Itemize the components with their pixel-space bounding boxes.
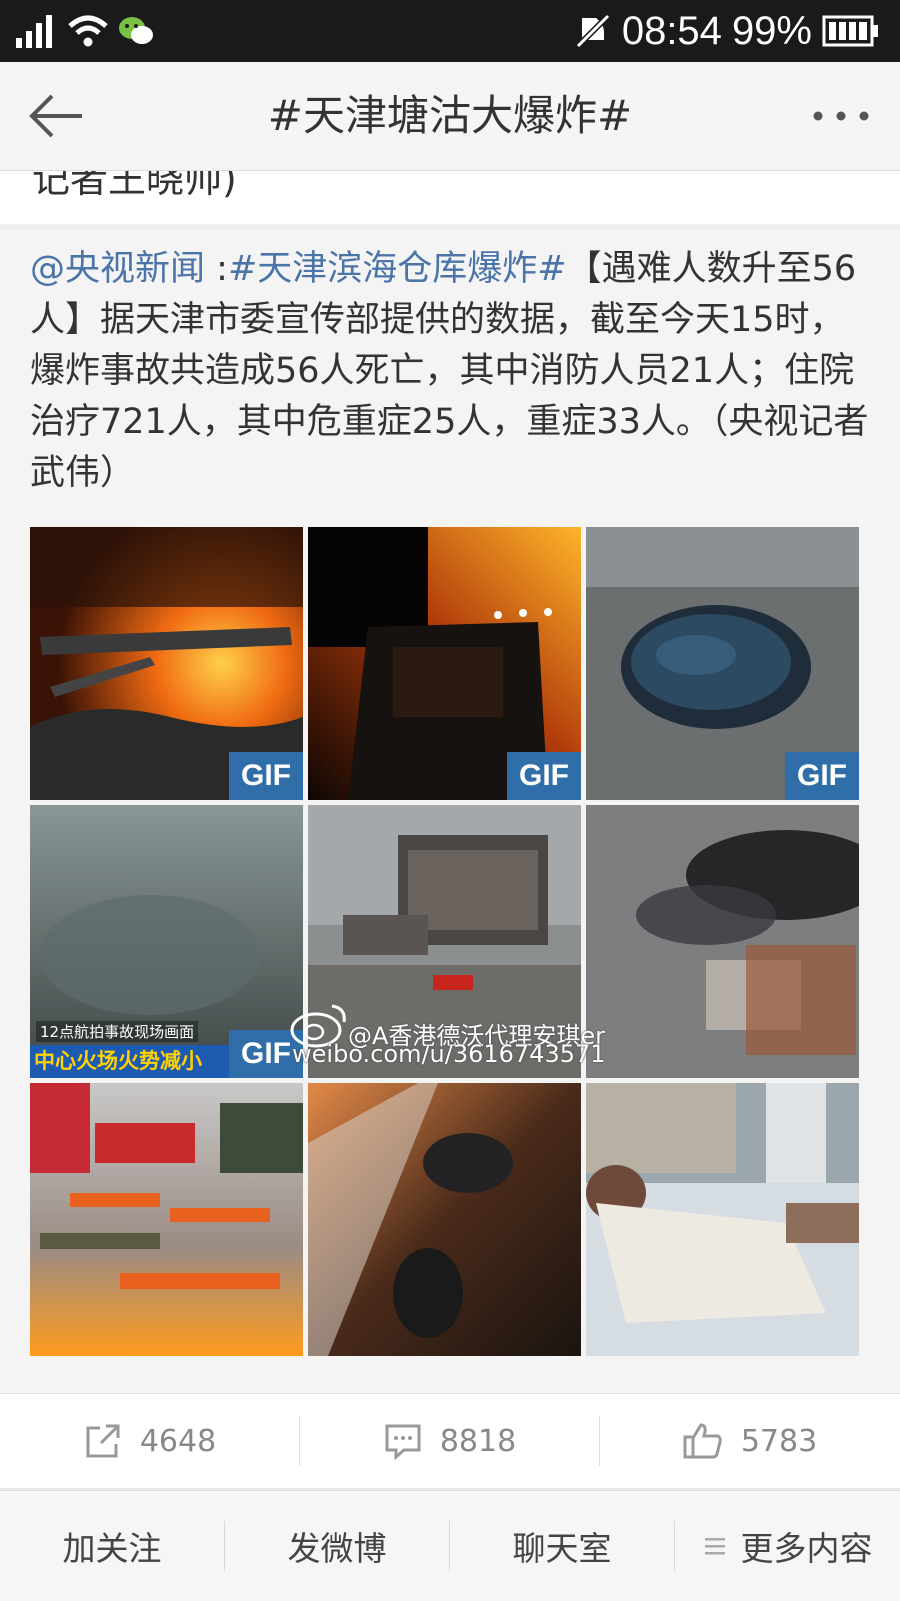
- thumbs-up-icon: [683, 1423, 722, 1459]
- previous-post-text: 记者王晓帅): [32, 170, 237, 201]
- post-text: @央视新闻 :#天津滨海仓库爆炸#【遇难人数升至56人】据天津市委宣传部提供的数…: [30, 244, 870, 499]
- clock: 08:54: [621, 8, 722, 53]
- bottom-menu: 加关注 发微博 聊天室 更多内容: [0, 1490, 900, 1601]
- gif-badge: GIF: [229, 752, 303, 800]
- gif-badge: GIF: [785, 752, 859, 800]
- hashtag-link[interactable]: #天津滨海仓库爆炸#: [228, 249, 567, 289]
- firefighters-night-image: [308, 1083, 581, 1356]
- gif-badge: GIF: [507, 752, 581, 800]
- more-dots-icon: [813, 111, 869, 121]
- repost-button[interactable]: 4648: [0, 1394, 300, 1488]
- video-caption-headline: 中心火场火势减小: [34, 1049, 202, 1073]
- image-grid: GIF GIF GIF 12点航拍事故现场画面 中心火场火势减小 GIF: [30, 527, 870, 1373]
- like-count: 5783: [740, 1423, 818, 1459]
- image-thumbnail[interactable]: [586, 1083, 859, 1356]
- mute-icon: [575, 13, 610, 49]
- follow-label: 加关注: [62, 1529, 162, 1568]
- status-bar: 08:54 99%: [0, 0, 900, 62]
- more-content-label: 更多内容: [740, 1529, 873, 1568]
- image-thumbnail[interactable]: [586, 805, 859, 1078]
- status-left: [14, 10, 154, 52]
- compose-weibo-button[interactable]: 发微博: [225, 1491, 449, 1601]
- back-button[interactable]: [24, 88, 94, 144]
- image-thumbnail[interactable]: [308, 805, 581, 1078]
- video-caption: 12点航拍事故现场画面: [36, 1021, 199, 1042]
- back-arrow-icon: [29, 94, 82, 138]
- image-thumbnail[interactable]: GIF: [30, 527, 303, 800]
- aerial-smoke-ruins-image: [586, 805, 859, 1078]
- battery-icon: [822, 15, 878, 47]
- comment-icon: [385, 1424, 421, 1460]
- previous-post-card[interactable]: 记者王晓帅): [0, 170, 900, 224]
- image-thumbnail[interactable]: 12点航拍事故现场画面 中心火场火势减小 GIF: [30, 805, 303, 1078]
- wifi-icon: [68, 15, 108, 47]
- repost-icon: [86, 1424, 120, 1458]
- image-thumbnail[interactable]: [30, 1083, 303, 1356]
- page-title: #天津塘沽大爆炸#: [267, 91, 633, 140]
- follow-button[interactable]: 加关注: [0, 1491, 224, 1601]
- more-options-button[interactable]: [806, 96, 876, 136]
- signal-icon: [16, 15, 52, 48]
- gif-badge: GIF: [229, 1030, 303, 1078]
- title-bar: #天津塘沽大爆炸#: [0, 62, 900, 171]
- hospital-patient-image: [586, 1083, 859, 1356]
- post-card[interactable]: @央视新闻 :#天津滨海仓库爆炸#【遇难人数升至56人】据天津市委宣传部提供的数…: [0, 230, 900, 1393]
- mention-link[interactable]: @央视新闻: [30, 249, 205, 289]
- like-button[interactable]: 5783: [600, 1394, 900, 1488]
- menu-lines-icon: [704, 1538, 725, 1555]
- more-content-button[interactable]: 更多内容: [675, 1491, 900, 1601]
- image-thumbnail[interactable]: [308, 1083, 581, 1356]
- wechat-icon: [119, 17, 153, 44]
- image-thumbnail[interactable]: GIF: [308, 527, 581, 800]
- repost-count: 4648: [139, 1423, 217, 1459]
- comment-count: 8818: [439, 1423, 517, 1459]
- firefighters-resting-image: [30, 1083, 303, 1356]
- post-action-bar: 4648 8818 5783: [0, 1393, 900, 1489]
- destroyed-building-image: [308, 805, 581, 1078]
- mention-separator: :: [205, 249, 228, 289]
- chat-room-label: 聊天室: [512, 1529, 612, 1568]
- chat-room-button[interactable]: 聊天室: [450, 1491, 674, 1601]
- compose-label: 发微博: [287, 1529, 387, 1568]
- image-thumbnail[interactable]: GIF: [586, 527, 859, 800]
- comment-button[interactable]: 8818: [300, 1394, 600, 1488]
- status-right: 08:54 99%: [574, 8, 880, 54]
- battery-level: 99%: [731, 8, 812, 53]
